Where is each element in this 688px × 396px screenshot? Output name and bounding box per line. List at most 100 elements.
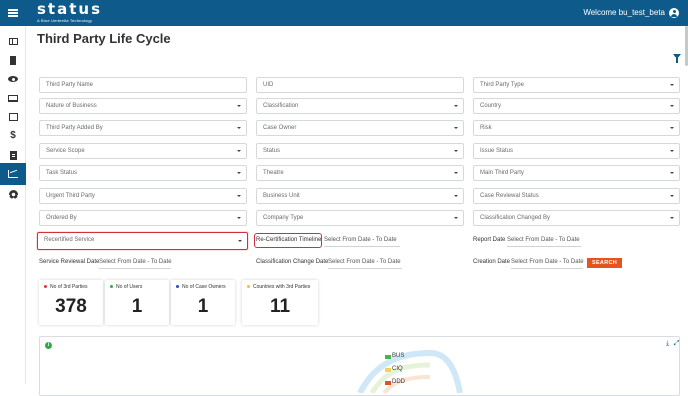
field-placeholder: Ordered By	[46, 215, 77, 221]
legend-swatch	[385, 355, 391, 359]
field-placeholder: Task Status	[46, 170, 78, 176]
field-placeholder: Business Unit	[263, 193, 300, 199]
field-placeholder: Third Party Name	[46, 82, 94, 88]
field-placeholder: Case Owner	[263, 125, 297, 131]
theatre-select[interactable]: Theatre	[256, 165, 464, 181]
legend-item-ddd: DDD	[392, 379, 405, 385]
case-owner-select[interactable]: Case Owner	[256, 120, 464, 136]
chevron-down-icon	[454, 150, 458, 152]
stat-value: 1	[197, 296, 209, 317]
service-reviewal-date-input[interactable]: Select From Date - To Date	[99, 258, 172, 269]
stat-card-case-owners: No of Case Owners 1	[171, 280, 235, 325]
creation-date-input[interactable]: Select From Date - To Date	[511, 258, 584, 269]
field-placeholder: Company Type	[263, 215, 304, 221]
main-third-party-select[interactable]: Main Third Party	[473, 165, 680, 181]
search-button[interactable]: SEARCH	[587, 258, 622, 268]
chevron-down-icon	[237, 217, 241, 219]
stat-label-text: Countries with 3rd Parties	[253, 284, 311, 290]
filter-icon[interactable]	[673, 54, 681, 63]
logo-subtitle: A Blue Umbrella Technology	[37, 18, 93, 23]
edit-icon	[8, 113, 18, 121]
hamburger-icon	[8, 12, 18, 14]
logo-text: status	[37, 0, 102, 18]
field-placeholder: Urgent Third Party	[46, 193, 95, 199]
chevron-down-icon	[670, 105, 674, 107]
chevron-down-icon	[237, 150, 241, 152]
field-placeholder: Classification Changed By	[480, 215, 551, 221]
download-icon[interactable]: ⤓	[664, 340, 671, 347]
legend-swatch	[385, 381, 391, 385]
legend-item-ciq: CIQ	[392, 366, 403, 372]
service-reviewal-date-label: Service Reviewal Date	[39, 259, 100, 265]
classification-select[interactable]: Classification	[256, 98, 464, 114]
field-placeholder: Nature of Business	[46, 103, 97, 109]
uid-input[interactable]: UID	[256, 77, 464, 93]
classification-change-date-input[interactable]: Select From Date - To Date	[328, 258, 402, 269]
creation-date-label: Creation Date	[473, 259, 511, 265]
task-status-select[interactable]: Task Status	[39, 165, 247, 181]
field-placeholder: Third Party Type	[480, 82, 524, 88]
stat-value: 11	[269, 296, 291, 317]
field-placeholder: Service Scope	[46, 148, 85, 154]
dollar-icon: $	[10, 130, 16, 141]
chevron-down-icon	[238, 240, 242, 242]
third-party-added-by-select[interactable]: Third Party Added By	[39, 120, 247, 136]
blue-dot-icon	[176, 285, 179, 289]
red-dot-icon	[44, 285, 47, 289]
recert-timeline-label: Re-Certification Timeline	[256, 237, 322, 243]
chevron-down-icon	[454, 172, 458, 174]
recert-timeline-date-input[interactable]: Select From Date - To Date	[324, 236, 400, 247]
chart-panel: i ⤓ ⤢ BUS CIQ DDD	[39, 336, 680, 396]
field-placeholder: Case Reviewal Status	[480, 193, 539, 199]
recertified-service-select[interactable]: Recertified Service	[37, 232, 248, 250]
page-title: Third Party Life Cycle	[37, 31, 171, 46]
chart-icon	[8, 170, 18, 178]
settings-icon	[8, 189, 18, 199]
document-icon	[9, 150, 17, 160]
chevron-down-icon	[237, 195, 241, 197]
company-type-select[interactable]: Company Type	[256, 210, 464, 226]
sidebar-item-reports[interactable]	[0, 163, 26, 185]
third-party-name-input[interactable]: Third Party Name	[39, 77, 247, 93]
chevron-down-icon	[670, 172, 674, 174]
ordered-by-select[interactable]: Ordered By	[39, 210, 247, 226]
chevron-down-icon	[670, 195, 674, 197]
issue-status-select[interactable]: Issue Status	[473, 143, 680, 159]
info-icon[interactable]: i	[45, 342, 52, 349]
risk-select[interactable]: Risk	[473, 120, 680, 136]
urgent-third-party-select[interactable]: Urgent Third Party	[39, 188, 247, 204]
business-unit-select[interactable]: Business Unit	[256, 188, 464, 204]
stat-label-text: No of 3rd Parties	[50, 284, 88, 290]
status-select[interactable]: Status	[256, 143, 464, 159]
chevron-down-icon	[237, 127, 241, 129]
case-reviewal-status-select[interactable]: Case Reviewal Status	[473, 188, 680, 204]
building-icon	[10, 55, 16, 65]
welcome-text: Welcome bu_test_beta	[583, 8, 665, 17]
sidebar-item-settings[interactable]	[0, 183, 26, 205]
stat-card-label: No of Users	[110, 284, 142, 290]
field-placeholder: UID	[263, 82, 274, 88]
green-dot-icon	[110, 285, 113, 289]
nature-of-business-select[interactable]: Nature of Business	[39, 98, 247, 114]
field-placeholder: Status	[263, 148, 281, 154]
country-select[interactable]: Country	[473, 98, 680, 114]
stat-card-third-parties: No of 3rd Parties 378	[39, 280, 103, 325]
top-bar: status A Blue Umbrella Technology Welcom…	[0, 0, 688, 26]
expand-icon[interactable]: ⤢	[673, 340, 680, 347]
app-logo[interactable]: status A Blue Umbrella Technology	[37, 0, 102, 24]
user-account-icon[interactable]	[669, 8, 679, 18]
dashboard-icon	[8, 37, 18, 45]
stat-card-countries: Countries with 3rd Parties 11	[242, 280, 318, 325]
menu-toggle-button[interactable]	[0, 0, 26, 26]
legend-item-bus: BUS	[392, 353, 405, 359]
chevron-down-icon	[670, 127, 674, 129]
service-scope-select[interactable]: Service Scope	[39, 143, 247, 159]
third-party-type-select[interactable]: Third Party Type	[473, 77, 680, 93]
classification-changed-by-select[interactable]: Classification Changed By	[473, 210, 680, 226]
stat-value: 1	[131, 296, 143, 317]
report-date-input[interactable]: Select From Date - To Date	[507, 236, 581, 247]
stat-label-text: No of Case Owners	[182, 284, 226, 290]
field-placeholder: Recertified Service	[44, 237, 95, 243]
field-placeholder: Main Third Party	[480, 170, 524, 176]
stat-label-text: No of Users	[116, 284, 143, 290]
